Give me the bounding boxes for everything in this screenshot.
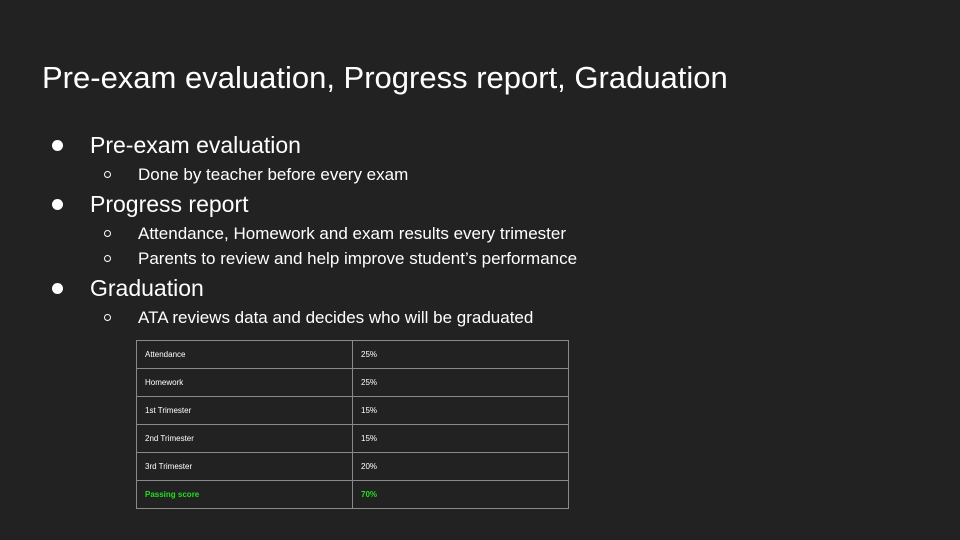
bullet-pre-exam: Pre-exam evaluation [52,130,301,160]
filled-bullet-icon [52,199,63,210]
table-cell-label: Attendance [136,340,353,369]
table-cell-value: 20% [352,452,569,481]
filled-bullet-icon [52,140,63,151]
passing-score-row: Passing score 70% [136,480,569,509]
sub-bullet-text: ATA reviews data and decides who will be… [138,308,534,327]
table-cell-value: 25% [352,368,569,397]
table-cell-value: 25% [352,340,569,369]
table-cell-label: Homework [136,368,353,397]
bullet-graduation: Graduation [52,273,204,303]
graduation-weights-table: Attendance 25% Homework 25% 1st Trimeste… [136,340,569,509]
table-row: 2nd Trimester 15% [136,424,569,453]
filled-bullet-icon [52,283,63,294]
table-row: Attendance 25% [136,340,569,369]
table-cell-label: 3rd Trimester [136,452,353,481]
sub-bullet-text: Done by teacher before every exam [138,165,409,184]
table-cell-label: 2nd Trimester [136,424,353,453]
table-cell-label: Passing score [136,480,353,509]
table-row: 3rd Trimester 20% [136,452,569,481]
table-cell-value: 15% [352,396,569,425]
table-cell-value: 70% [352,480,569,509]
table-cell-value: 15% [352,424,569,453]
table-row: 1st Trimester 15% [136,396,569,425]
hollow-bullet-icon [104,230,111,237]
bullet-heading: Graduation [90,275,204,301]
sub-bullet: Attendance, Homework and exam results ev… [104,223,567,245]
bullet-heading: Progress report [90,191,249,217]
sub-bullet: Parents to review and help improve stude… [104,248,578,270]
hollow-bullet-icon [104,255,111,262]
bullet-progress-report: Progress report [52,189,249,219]
hollow-bullet-icon [104,171,111,178]
sub-bullet-text: Attendance, Homework and exam results ev… [138,224,567,243]
sub-bullet: Done by teacher before every exam [104,164,409,186]
table-row: Homework 25% [136,368,569,397]
sub-bullet: ATA reviews data and decides who will be… [104,307,534,329]
table-cell-label: 1st Trimester [136,396,353,425]
bullet-heading: Pre-exam evaluation [90,132,301,158]
sub-bullet-text: Parents to review and help improve stude… [138,249,578,268]
hollow-bullet-icon [104,314,111,321]
